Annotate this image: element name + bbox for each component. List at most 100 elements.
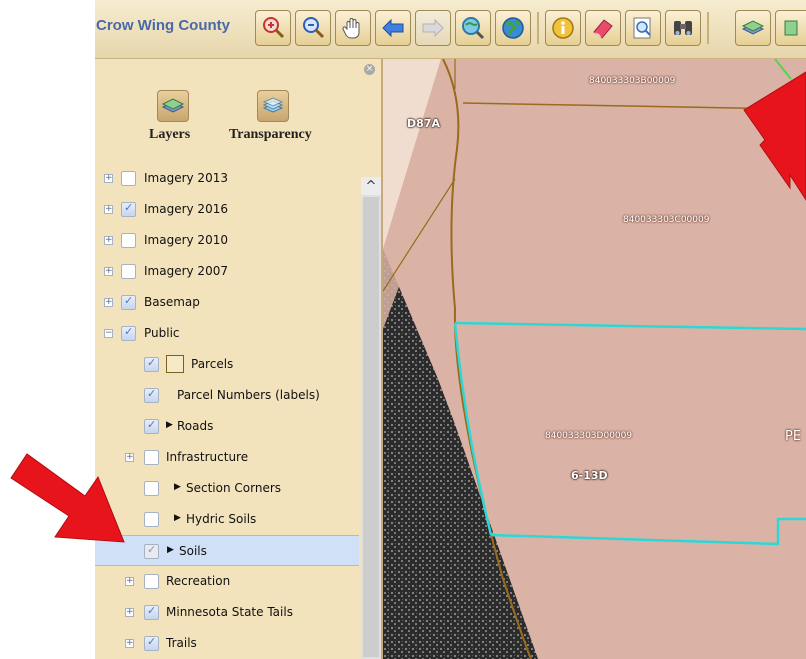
layer-checkbox[interactable] bbox=[144, 543, 159, 559]
expand-icon[interactable]: + bbox=[104, 236, 113, 245]
layer-scrollbar-thumb[interactable] bbox=[363, 197, 379, 657]
owner-label-fragment: PE bbox=[785, 429, 802, 444]
parcel-number-middle: 840033303C00009 bbox=[623, 215, 710, 225]
layer-checkbox[interactable] bbox=[144, 635, 159, 651]
clear-button[interactable] bbox=[585, 10, 621, 46]
map-green-line bbox=[774, 59, 792, 80]
identify-button[interactable] bbox=[545, 10, 581, 46]
layer-checkbox[interactable] bbox=[144, 574, 159, 589]
layer-label: Imagery 2013 bbox=[144, 171, 228, 185]
expand-icon[interactable]: + bbox=[125, 577, 134, 586]
parcel-legend-swatch bbox=[166, 355, 184, 373]
layer-checkbox[interactable] bbox=[144, 604, 159, 620]
layer-label: Imagery 2007 bbox=[144, 264, 228, 278]
layer-checkbox[interactable] bbox=[121, 171, 136, 186]
triangle-right-icon[interactable]: ▶ bbox=[167, 545, 174, 555]
arrow-left-icon bbox=[382, 18, 404, 38]
layer-checkbox[interactable] bbox=[144, 418, 159, 434]
binoculars-icon bbox=[674, 21, 692, 35]
zoom-full-button[interactable] bbox=[455, 10, 491, 46]
triangle-right-icon[interactable]: ▶ bbox=[174, 482, 181, 492]
search-button[interactable] bbox=[625, 10, 661, 46]
layer-row-section-corners: ▶ Section Corners bbox=[95, 473, 359, 504]
triangle-right-icon[interactable]: ▶ bbox=[174, 513, 181, 523]
zoom-in-icon bbox=[263, 17, 285, 39]
layer-label: Infrastructure bbox=[166, 450, 249, 464]
expand-icon[interactable]: + bbox=[104, 298, 113, 307]
layer-checkbox[interactable] bbox=[121, 294, 136, 310]
expand-icon[interactable]: + bbox=[125, 453, 134, 462]
layer-row-recreation: + Recreation bbox=[95, 566, 359, 597]
layer-label: Trails bbox=[166, 636, 197, 650]
soil-label-lower: 6-13D bbox=[571, 469, 608, 482]
layer-row-parcels: Parcels bbox=[95, 349, 359, 380]
globe-icon bbox=[502, 17, 524, 39]
layer-checkbox[interactable] bbox=[121, 201, 136, 217]
expand-icon[interactable]: + bbox=[104, 205, 113, 214]
layer-row-soils[interactable]: ▶ Soils bbox=[95, 535, 359, 566]
transparency-label: Transparency bbox=[229, 127, 312, 142]
layer-label: Minnesota State Tails bbox=[166, 605, 293, 619]
layer-row-roads: ▶ Roads bbox=[95, 411, 359, 442]
expand-icon[interactable]: + bbox=[104, 174, 113, 183]
forward-button[interactable] bbox=[415, 10, 451, 46]
more-tool-button[interactable] bbox=[775, 10, 806, 46]
info-icon bbox=[552, 17, 574, 39]
layers-label: Layers bbox=[149, 127, 191, 142]
layer-label: Parcels bbox=[191, 357, 234, 371]
map-view[interactable]: 840033303B00009 840033303C00009 84003330… bbox=[383, 59, 806, 659]
layer-label: Soils bbox=[179, 544, 207, 558]
layer-row-trails: + Trails bbox=[95, 628, 359, 659]
panel-close-icon[interactable]: × bbox=[364, 64, 375, 75]
zoom-out-icon bbox=[303, 17, 325, 39]
layer-checkbox[interactable] bbox=[144, 512, 159, 527]
app-title: Crow Wing County bbox=[96, 17, 231, 34]
collapse-icon[interactable]: − bbox=[104, 329, 113, 338]
imagery-strip bbox=[383, 249, 538, 659]
layer-checkbox[interactable] bbox=[121, 233, 136, 248]
parcel-number-top: 840033303B00009 bbox=[589, 76, 676, 86]
layer-checkbox[interactable] bbox=[144, 450, 159, 465]
globe-button[interactable] bbox=[495, 10, 531, 46]
layer-checkbox[interactable] bbox=[144, 356, 159, 372]
layers-icon bbox=[741, 20, 765, 35]
layer-row-minnesota-state-tails: + Minnesota State Tails bbox=[95, 597, 359, 628]
back-button[interactable] bbox=[375, 10, 411, 46]
magnifier-globe-icon bbox=[462, 17, 485, 40]
layer-checkbox[interactable] bbox=[121, 325, 136, 341]
toolbar-separator bbox=[537, 12, 539, 44]
layer-row-imagery-2016: + Imagery 2016 bbox=[95, 194, 359, 225]
expand-icon[interactable]: + bbox=[125, 608, 134, 617]
layer-label: Imagery 2010 bbox=[144, 233, 228, 247]
hand-icon bbox=[342, 18, 360, 39]
layer-checkbox[interactable] bbox=[121, 264, 136, 279]
pan-button[interactable] bbox=[335, 10, 371, 46]
parcel-line-top bbox=[462, 102, 794, 110]
zoom-out-button[interactable] bbox=[295, 10, 331, 46]
layers-tool-button[interactable] bbox=[735, 10, 771, 46]
transparency-panel-button[interactable] bbox=[257, 90, 289, 122]
layer-row-imagery-2013: + Imagery 2013 bbox=[95, 163, 359, 194]
expand-icon[interactable]: + bbox=[125, 639, 134, 648]
layers-panel-button[interactable] bbox=[157, 90, 189, 122]
zoom-in-button[interactable] bbox=[255, 10, 291, 46]
layer-label: Public bbox=[144, 326, 180, 340]
triangle-right-icon[interactable]: ▶ bbox=[166, 420, 173, 430]
layer-label: Section Corners bbox=[186, 481, 282, 495]
map-canvas bbox=[383, 59, 806, 659]
selected-parcel-bottom-edge bbox=[490, 517, 806, 546]
layer-label: Parcel Numbers (labels) bbox=[177, 388, 320, 402]
layer-row-imagery-2010: + Imagery 2010 bbox=[95, 225, 359, 256]
layer-tree: + Imagery 2013 + Imagery 2016 + Imagery … bbox=[95, 163, 359, 659]
layer-row-public: − Public bbox=[95, 318, 359, 349]
scroll-up-icon[interactable]: ^ bbox=[361, 177, 381, 195]
expand-icon[interactable]: + bbox=[104, 267, 113, 276]
binoculars-button[interactable] bbox=[665, 10, 701, 46]
search-document-icon bbox=[633, 17, 651, 39]
soil-label-upper: D87A bbox=[407, 117, 440, 130]
layer-checkbox[interactable] bbox=[144, 481, 159, 496]
arrow-right-icon bbox=[422, 18, 444, 38]
layer-checkbox[interactable] bbox=[144, 387, 159, 403]
layer-panel: × Layers Transparency + Imagery 2013 + ✓… bbox=[95, 59, 383, 659]
parcel-number-lower: 840033303D00009 bbox=[545, 431, 633, 441]
